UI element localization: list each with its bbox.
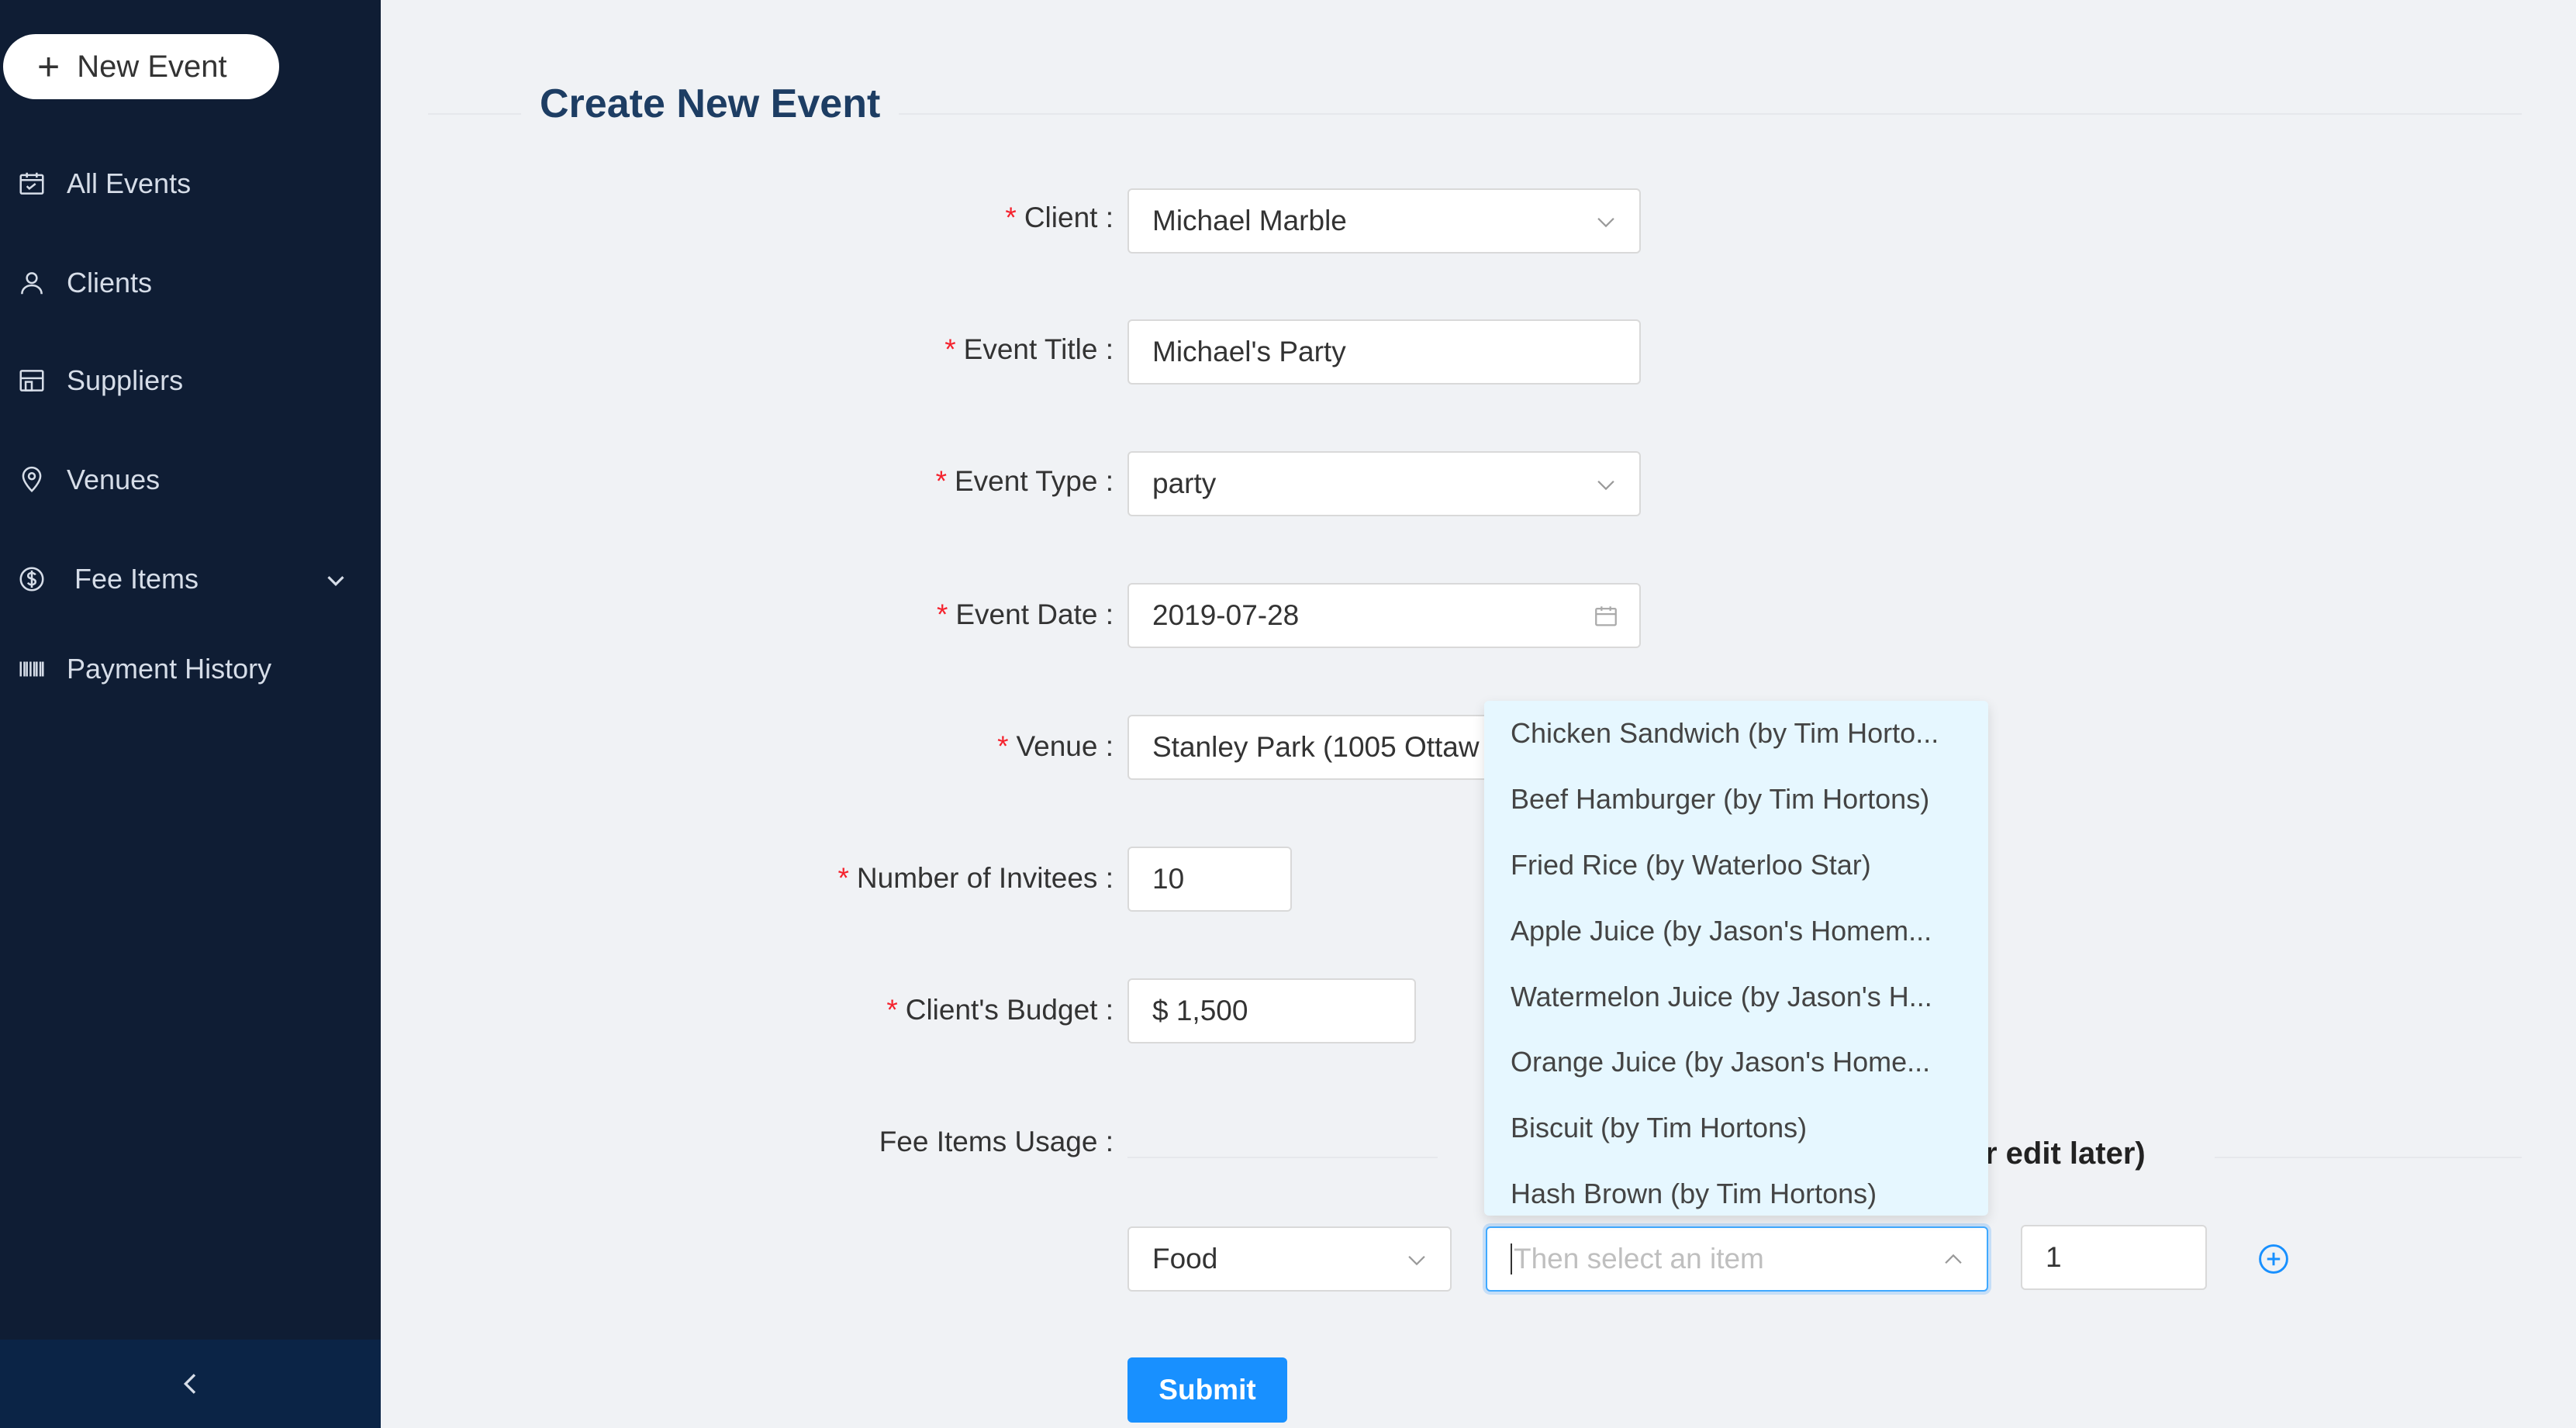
dropdown-option[interactable]: Fried Rice (by Waterloo Star) bbox=[1484, 833, 1988, 899]
chevron-down-icon bbox=[327, 576, 344, 586]
dropdown-option[interactable]: Chicken Sandwich (by Tim Horto... bbox=[1484, 701, 1988, 767]
fee-item-dropdown: Chicken Sandwich (by Tim Horto... Beef H… bbox=[1484, 701, 1988, 1216]
user-icon bbox=[16, 267, 48, 299]
dollar-icon bbox=[16, 563, 48, 595]
event-title-input[interactable]: Michael's Party bbox=[1127, 319, 1641, 385]
dropdown-option[interactable]: Watermelon Juice (by Jason's H... bbox=[1484, 964, 1988, 1030]
sidebar-item-label: Fee Items bbox=[74, 563, 199, 595]
sidebar-item-label: Payment History bbox=[67, 653, 272, 685]
sidebar-item-payment-history[interactable]: Payment History bbox=[16, 642, 357, 696]
barcode-icon bbox=[16, 653, 48, 685]
chevron-down-icon bbox=[1408, 1255, 1425, 1266]
sidebar-collapse-button[interactable] bbox=[0, 1340, 381, 1428]
sidebar-item-fee-items[interactable]: Fee Items bbox=[16, 552, 357, 606]
chevron-up-icon bbox=[1945, 1254, 1962, 1264]
client-select[interactable]: Michael Marble bbox=[1127, 188, 1641, 254]
sidebar: + New Event All Events Clients Suppliers… bbox=[0, 0, 381, 1428]
venue-label: * Venue : bbox=[997, 730, 1114, 762]
client-label: * Client : bbox=[1005, 202, 1114, 233]
add-circle-icon[interactable] bbox=[2257, 1242, 2291, 1276]
dropdown-option[interactable]: Beef Hamburger (by Tim Hortons) bbox=[1484, 767, 1988, 833]
new-event-button[interactable]: + New Event bbox=[3, 34, 279, 99]
dropdown-option[interactable]: Apple Juice (by Jason's Homem... bbox=[1484, 898, 1988, 964]
section-divider bbox=[2215, 1157, 2522, 1158]
budget-input[interactable]: $ 1,500 bbox=[1127, 978, 1416, 1043]
location-icon bbox=[16, 464, 48, 496]
fee-category-select[interactable]: Food bbox=[1127, 1226, 1452, 1292]
chevron-down-icon bbox=[1597, 217, 1614, 228]
sidebar-item-label: Suppliers bbox=[67, 364, 184, 396]
event-type-label: * Event Type : bbox=[935, 465, 1114, 497]
shop-icon bbox=[16, 364, 48, 397]
calendar-icon bbox=[16, 167, 48, 200]
chevron-left-icon bbox=[183, 1374, 195, 1394]
event-date-label: * Event Date : bbox=[936, 598, 1114, 630]
fee-item-select[interactable]: Then select an item bbox=[1486, 1226, 1988, 1292]
section-divider bbox=[1127, 1157, 1438, 1158]
calendar-icon bbox=[1595, 606, 1617, 626]
event-title-label: * Event Title : bbox=[944, 333, 1114, 365]
event-type-select[interactable]: party bbox=[1127, 451, 1641, 516]
page-title: Create New Event bbox=[521, 81, 900, 127]
new-event-label: New Event bbox=[77, 49, 227, 84]
dropdown-option[interactable]: Hash Brown (by Tim Hortons) bbox=[1484, 1161, 1988, 1216]
section-title: r edit later) bbox=[1985, 1137, 2146, 1171]
sidebar-item-label: Venues bbox=[67, 464, 161, 495]
plus-icon: + bbox=[37, 45, 60, 88]
budget-label: * Client's Budget : bbox=[886, 994, 1114, 1026]
sidebar-item-label: All Events bbox=[67, 167, 192, 199]
dropdown-option[interactable]: Orange Juice (by Jason's Home... bbox=[1484, 1030, 1988, 1095]
sidebar-item-label: Clients bbox=[67, 267, 153, 298]
event-date-picker[interactable]: 2019-07-28 bbox=[1127, 583, 1641, 648]
invitees-label: * Number of Invitees : bbox=[837, 862, 1114, 894]
text-cursor bbox=[1511, 1243, 1512, 1275]
submit-button[interactable]: Submit bbox=[1127, 1357, 1287, 1423]
sidebar-item-suppliers[interactable]: Suppliers bbox=[16, 354, 357, 408]
sidebar-item-all-events[interactable]: All Events bbox=[16, 157, 357, 211]
sidebar-item-clients[interactable]: Clients bbox=[16, 256, 357, 310]
fee-quantity-input[interactable]: 1 bbox=[2021, 1225, 2207, 1290]
fee-items-label: Fee Items Usage : bbox=[879, 1126, 1114, 1157]
sidebar-item-venues[interactable]: Venues bbox=[16, 453, 357, 507]
invitees-input[interactable]: 10 bbox=[1127, 847, 1292, 912]
dropdown-option[interactable]: Biscuit (by Tim Hortons) bbox=[1484, 1095, 1988, 1161]
chevron-down-icon bbox=[1597, 480, 1614, 491]
